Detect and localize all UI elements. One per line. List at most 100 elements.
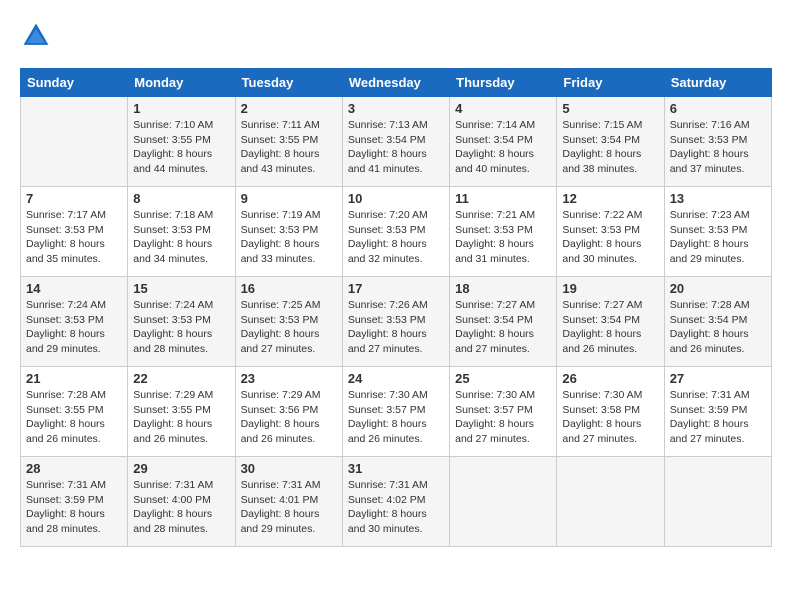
day-info: Sunrise: 7:28 AM Sunset: 3:55 PM Dayligh… (26, 388, 122, 447)
day-info: Sunrise: 7:14 AM Sunset: 3:54 PM Dayligh… (455, 118, 551, 177)
day-info: Sunrise: 7:17 AM Sunset: 3:53 PM Dayligh… (26, 208, 122, 267)
day-number: 25 (455, 371, 551, 386)
calendar-cell: 15 Sunrise: 7:24 AM Sunset: 3:53 PM Dayli… (128, 277, 235, 367)
day-info: Sunrise: 7:20 AM Sunset: 3:53 PM Dayligh… (348, 208, 444, 267)
day-number: 15 (133, 281, 229, 296)
day-number: 11 (455, 191, 551, 206)
calendar-table: SundayMondayTuesdayWednesdayThursdayFrid… (20, 68, 772, 547)
calendar-cell: 9 Sunrise: 7:19 AM Sunset: 3:53 PM Daylig… (235, 187, 342, 277)
day-number: 26 (562, 371, 658, 386)
calendar-cell: 27 Sunrise: 7:31 AM Sunset: 3:59 PM Dayli… (664, 367, 771, 457)
day-number: 2 (241, 101, 337, 116)
day-number: 7 (26, 191, 122, 206)
day-header-tuesday: Tuesday (235, 69, 342, 97)
day-number: 18 (455, 281, 551, 296)
calendar-week-2: 7 Sunrise: 7:17 AM Sunset: 3:53 PM Daylig… (21, 187, 772, 277)
day-number: 1 (133, 101, 229, 116)
day-info: Sunrise: 7:16 AM Sunset: 3:53 PM Dayligh… (670, 118, 766, 177)
calendar-cell: 20 Sunrise: 7:28 AM Sunset: 3:54 PM Dayli… (664, 277, 771, 367)
day-number: 13 (670, 191, 766, 206)
calendar-cell: 13 Sunrise: 7:23 AM Sunset: 3:53 PM Dayli… (664, 187, 771, 277)
day-header-monday: Monday (128, 69, 235, 97)
calendar-cell (21, 97, 128, 187)
day-info: Sunrise: 7:25 AM Sunset: 3:53 PM Dayligh… (241, 298, 337, 357)
calendar-cell: 7 Sunrise: 7:17 AM Sunset: 3:53 PM Daylig… (21, 187, 128, 277)
day-info: Sunrise: 7:11 AM Sunset: 3:55 PM Dayligh… (241, 118, 337, 177)
day-info: Sunrise: 7:24 AM Sunset: 3:53 PM Dayligh… (26, 298, 122, 357)
day-info: Sunrise: 7:31 AM Sunset: 4:00 PM Dayligh… (133, 478, 229, 537)
day-header-saturday: Saturday (664, 69, 771, 97)
day-number: 17 (348, 281, 444, 296)
day-header-friday: Friday (557, 69, 664, 97)
calendar-cell: 1 Sunrise: 7:10 AM Sunset: 3:55 PM Daylig… (128, 97, 235, 187)
calendar-cell: 18 Sunrise: 7:27 AM Sunset: 3:54 PM Dayli… (450, 277, 557, 367)
calendar-cell: 2 Sunrise: 7:11 AM Sunset: 3:55 PM Daylig… (235, 97, 342, 187)
day-info: Sunrise: 7:30 AM Sunset: 3:57 PM Dayligh… (348, 388, 444, 447)
calendar-cell: 26 Sunrise: 7:30 AM Sunset: 3:58 PM Dayli… (557, 367, 664, 457)
day-header-thursday: Thursday (450, 69, 557, 97)
day-number: 28 (26, 461, 122, 476)
calendar-week-1: 1 Sunrise: 7:10 AM Sunset: 3:55 PM Daylig… (21, 97, 772, 187)
day-info: Sunrise: 7:24 AM Sunset: 3:53 PM Dayligh… (133, 298, 229, 357)
calendar-cell: 16 Sunrise: 7:25 AM Sunset: 3:53 PM Dayli… (235, 277, 342, 367)
calendar-week-5: 28 Sunrise: 7:31 AM Sunset: 3:59 PM Dayli… (21, 457, 772, 547)
page-header (20, 20, 772, 52)
day-number: 20 (670, 281, 766, 296)
day-info: Sunrise: 7:29 AM Sunset: 3:56 PM Dayligh… (241, 388, 337, 447)
day-info: Sunrise: 7:30 AM Sunset: 3:58 PM Dayligh… (562, 388, 658, 447)
calendar-cell (664, 457, 771, 547)
day-number: 6 (670, 101, 766, 116)
logo-icon (20, 20, 52, 52)
day-number: 4 (455, 101, 551, 116)
day-number: 16 (241, 281, 337, 296)
calendar-cell: 5 Sunrise: 7:15 AM Sunset: 3:54 PM Daylig… (557, 97, 664, 187)
day-number: 24 (348, 371, 444, 386)
day-info: Sunrise: 7:31 AM Sunset: 3:59 PM Dayligh… (26, 478, 122, 537)
day-info: Sunrise: 7:28 AM Sunset: 3:54 PM Dayligh… (670, 298, 766, 357)
day-info: Sunrise: 7:31 AM Sunset: 4:01 PM Dayligh… (241, 478, 337, 537)
day-header-sunday: Sunday (21, 69, 128, 97)
day-number: 5 (562, 101, 658, 116)
calendar-cell (557, 457, 664, 547)
day-info: Sunrise: 7:22 AM Sunset: 3:53 PM Dayligh… (562, 208, 658, 267)
calendar-cell: 17 Sunrise: 7:26 AM Sunset: 3:53 PM Dayli… (342, 277, 449, 367)
day-info: Sunrise: 7:31 AM Sunset: 4:02 PM Dayligh… (348, 478, 444, 537)
day-info: Sunrise: 7:23 AM Sunset: 3:53 PM Dayligh… (670, 208, 766, 267)
calendar-cell: 23Sunrise: 7:29 AM Sunset: 3:56 PM Dayli… (235, 367, 342, 457)
day-info: Sunrise: 7:19 AM Sunset: 3:53 PM Dayligh… (241, 208, 337, 267)
day-number: 8 (133, 191, 229, 206)
day-number: 27 (670, 371, 766, 386)
calendar-cell: 14 Sunrise: 7:24 AM Sunset: 3:53 PM Dayli… (21, 277, 128, 367)
calendar-cell: 25Sunrise: 7:30 AM Sunset: 3:57 PM Dayli… (450, 367, 557, 457)
day-number: 19 (562, 281, 658, 296)
calendar-header-row: SundayMondayTuesdayWednesdayThursdayFrid… (21, 69, 772, 97)
day-number: 9 (241, 191, 337, 206)
calendar-cell: 21Sunrise: 7:28 AM Sunset: 3:55 PM Dayli… (21, 367, 128, 457)
day-info: Sunrise: 7:27 AM Sunset: 3:54 PM Dayligh… (455, 298, 551, 357)
day-info: Sunrise: 7:18 AM Sunset: 3:53 PM Dayligh… (133, 208, 229, 267)
day-number: 12 (562, 191, 658, 206)
calendar-week-4: 21Sunrise: 7:28 AM Sunset: 3:55 PM Dayli… (21, 367, 772, 457)
calendar-cell: 30 Sunrise: 7:31 AM Sunset: 4:01 PM Dayli… (235, 457, 342, 547)
calendar-cell: 12 Sunrise: 7:22 AM Sunset: 3:53 PM Dayli… (557, 187, 664, 277)
day-number: 29 (133, 461, 229, 476)
calendar-week-3: 14 Sunrise: 7:24 AM Sunset: 3:53 PM Dayli… (21, 277, 772, 367)
day-info: Sunrise: 7:10 AM Sunset: 3:55 PM Dayligh… (133, 118, 229, 177)
day-info: Sunrise: 7:26 AM Sunset: 3:53 PM Dayligh… (348, 298, 444, 357)
day-info: Sunrise: 7:13 AM Sunset: 3:54 PM Dayligh… (348, 118, 444, 177)
logo (20, 20, 58, 52)
day-number: 22 (133, 371, 229, 386)
day-info: Sunrise: 7:31 AM Sunset: 3:59 PM Dayligh… (670, 388, 766, 447)
calendar-cell: 28 Sunrise: 7:31 AM Sunset: 3:59 PM Dayli… (21, 457, 128, 547)
day-info: Sunrise: 7:15 AM Sunset: 3:54 PM Dayligh… (562, 118, 658, 177)
day-number: 3 (348, 101, 444, 116)
day-number: 30 (241, 461, 337, 476)
day-info: Sunrise: 7:27 AM Sunset: 3:54 PM Dayligh… (562, 298, 658, 357)
calendar-cell (450, 457, 557, 547)
day-info: Sunrise: 7:21 AM Sunset: 3:53 PM Dayligh… (455, 208, 551, 267)
calendar-cell: 4 Sunrise: 7:14 AM Sunset: 3:54 PM Daylig… (450, 97, 557, 187)
calendar-cell: 11 Sunrise: 7:21 AM Sunset: 3:53 PM Dayli… (450, 187, 557, 277)
day-header-wednesday: Wednesday (342, 69, 449, 97)
day-number: 14 (26, 281, 122, 296)
calendar-cell: 24 Sunrise: 7:30 AM Sunset: 3:57 PM Dayli… (342, 367, 449, 457)
